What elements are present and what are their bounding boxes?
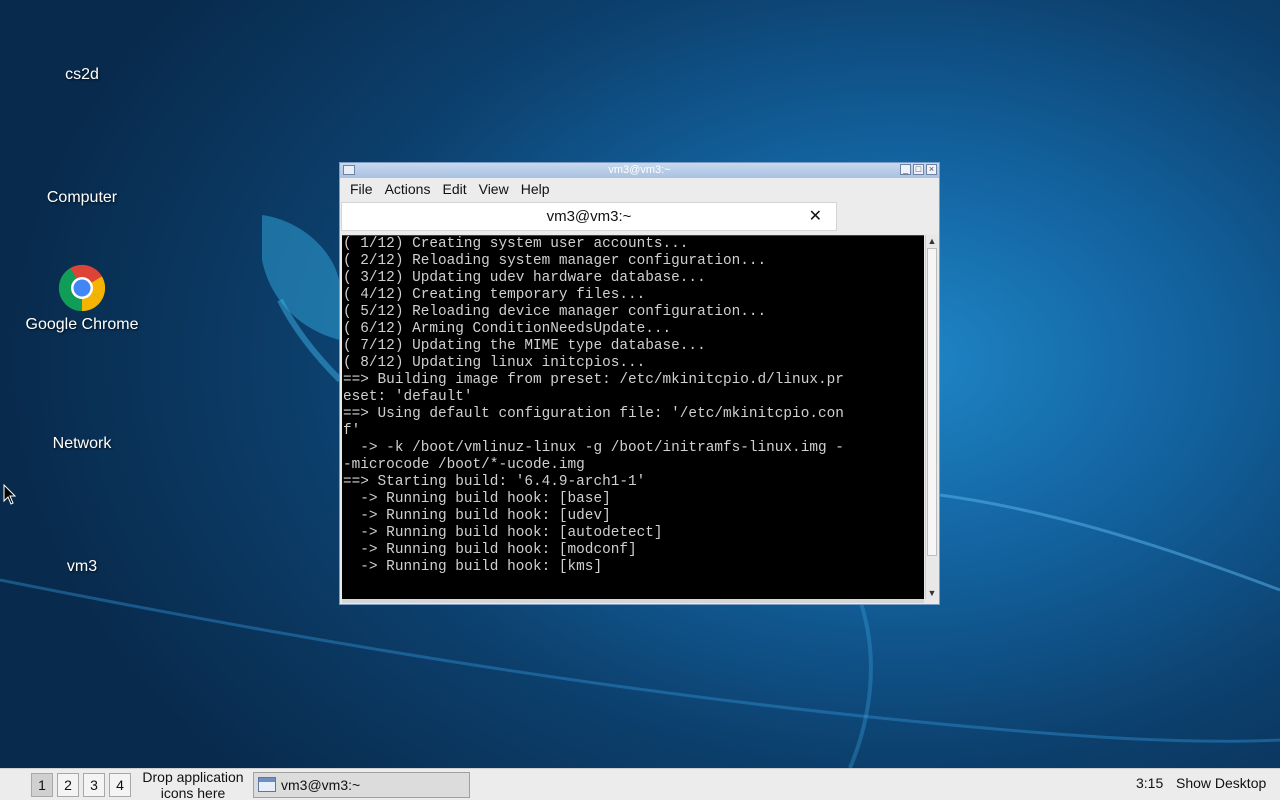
- desktop-icon-label-cs2d: cs2d: [65, 66, 99, 83]
- scroll-down-icon[interactable]: ▼: [926, 587, 938, 599]
- desktop: cs2d Computer Google Chrome Network vm3: [0, 0, 1280, 768]
- workspace-2-button[interactable]: 2: [57, 773, 79, 797]
- vertical-scrollbar[interactable]: ▲ ▼: [925, 235, 938, 599]
- desktop-icon-label-google-chrome: Google Chrome: [25, 316, 139, 333]
- minimize-button[interactable]: _: [900, 164, 911, 175]
- terminal-line: -> Running build hook: [autodetect]: [343, 525, 663, 541]
- desktop-icon-vm3[interactable]: vm3: [2, 558, 162, 576]
- workspace-4-button[interactable]: 4: [109, 773, 131, 797]
- menu-actions[interactable]: Actions: [379, 181, 437, 197]
- menu-view[interactable]: View: [473, 181, 515, 197]
- terminal-lines: ( 1/12) Creating system user accounts...…: [342, 236, 924, 576]
- terminal-line: f': [343, 423, 361, 439]
- show-desktop-button[interactable]: Show Desktop: [1176, 775, 1266, 791]
- desktop-icon-label-network: Network: [52, 435, 112, 452]
- terminal-line: -> Running build hook: [udev]: [343, 508, 611, 524]
- window-titlebar[interactable]: vm3@vm3:~ _ □ ×: [340, 163, 939, 178]
- mouse-pointer-icon: [3, 484, 17, 505]
- terminal-line: ( 8/12) Updating linux initcpios...: [343, 355, 646, 371]
- terminal-line: ( 3/12) Updating udev hardware database.…: [343, 270, 706, 286]
- desktop-icon-google-chrome[interactable]: Google Chrome: [2, 264, 162, 334]
- terminal-line: ==> Using default configuration file: '/…: [343, 406, 844, 422]
- terminal-line: ==> Building image from preset: /etc/mki…: [343, 372, 844, 388]
- desktop-icon-computer[interactable]: Computer: [2, 189, 162, 207]
- tab-terminal[interactable]: vm3@vm3:~ ✕: [341, 202, 837, 231]
- terminal-line: ( 4/12) Creating temporary files...: [343, 287, 646, 303]
- horizontal-scrollbar[interactable]: [342, 599, 924, 603]
- tab-bar: vm3@vm3:~ ✕: [340, 200, 939, 234]
- drop-hint-line-1: Drop application: [142, 769, 244, 785]
- taskbar-window-button[interactable]: vm3@vm3:~: [253, 772, 470, 798]
- terminal-output[interactable]: ( 1/12) Creating system user accounts...…: [342, 235, 924, 600]
- terminal-line: ( 5/12) Reloading device manager configu…: [343, 304, 767, 320]
- taskbar: 1 2 3 4 Drop application icons here vm3@…: [0, 768, 1280, 801]
- close-button[interactable]: ×: [926, 164, 937, 175]
- menubar: File Actions Edit View Help: [340, 178, 939, 200]
- terminal-line: ( 2/12) Reloading system manager configu…: [343, 253, 767, 269]
- terminal-line: ( 7/12) Updating the MIME type database.…: [343, 338, 706, 354]
- terminal-line: -microcode /boot/*-ucode.img: [343, 457, 585, 473]
- terminal-line: -> Running build hook: [base]: [343, 491, 611, 507]
- menu-help[interactable]: Help: [515, 181, 556, 197]
- workspace-1-button[interactable]: 1: [31, 773, 53, 797]
- terminal-window-icon: [258, 777, 276, 792]
- terminal-line: -> Running build hook: [kms]: [343, 559, 603, 575]
- scroll-up-icon[interactable]: ▲: [926, 235, 938, 247]
- menu-edit[interactable]: Edit: [436, 181, 472, 197]
- window-title: vm3@vm3:~: [608, 164, 671, 176]
- terminal-line: ==> Starting build: '6.4.9-arch1-1': [343, 474, 646, 490]
- launcher-drop-zone[interactable]: Drop application icons here: [138, 769, 248, 801]
- terminal-line: ( 6/12) Arming ConditionNeedsUpdate...: [343, 321, 672, 337]
- terminal-line: -> Running build hook: [modconf]: [343, 542, 637, 558]
- terminal-line: -> -k /boot/vmlinuz-linux -g /boot/initr…: [343, 440, 844, 456]
- drop-hint-line-2: icons here: [160, 785, 226, 801]
- scroll-thumb[interactable]: [927, 248, 937, 556]
- terminal-window[interactable]: vm3@vm3:~ _ □ × File Actions Edit View H…: [339, 162, 940, 605]
- desktop-icon-label-computer: Computer: [46, 189, 118, 206]
- tab-title: vm3@vm3:~: [546, 208, 632, 225]
- taskbar-window-label: vm3@vm3:~: [281, 777, 361, 793]
- window-menu-icon[interactable]: [343, 165, 355, 175]
- desktop-icon-cs2d[interactable]: cs2d: [2, 66, 162, 84]
- terminal-line: eset: 'default': [343, 389, 473, 405]
- maximize-button[interactable]: □: [913, 164, 924, 175]
- menu-file[interactable]: File: [344, 181, 379, 197]
- terminal-line: ( 1/12) Creating system user accounts...: [343, 236, 689, 252]
- desktop-icon-network[interactable]: Network: [2, 435, 162, 453]
- desktop-icon-label-vm3: vm3: [66, 558, 98, 575]
- tab-close-icon[interactable]: ✕: [809, 203, 822, 230]
- workspace-3-button[interactable]: 3: [83, 773, 105, 797]
- clock[interactable]: 3:15: [1136, 775, 1163, 791]
- chrome-icon: [58, 264, 106, 312]
